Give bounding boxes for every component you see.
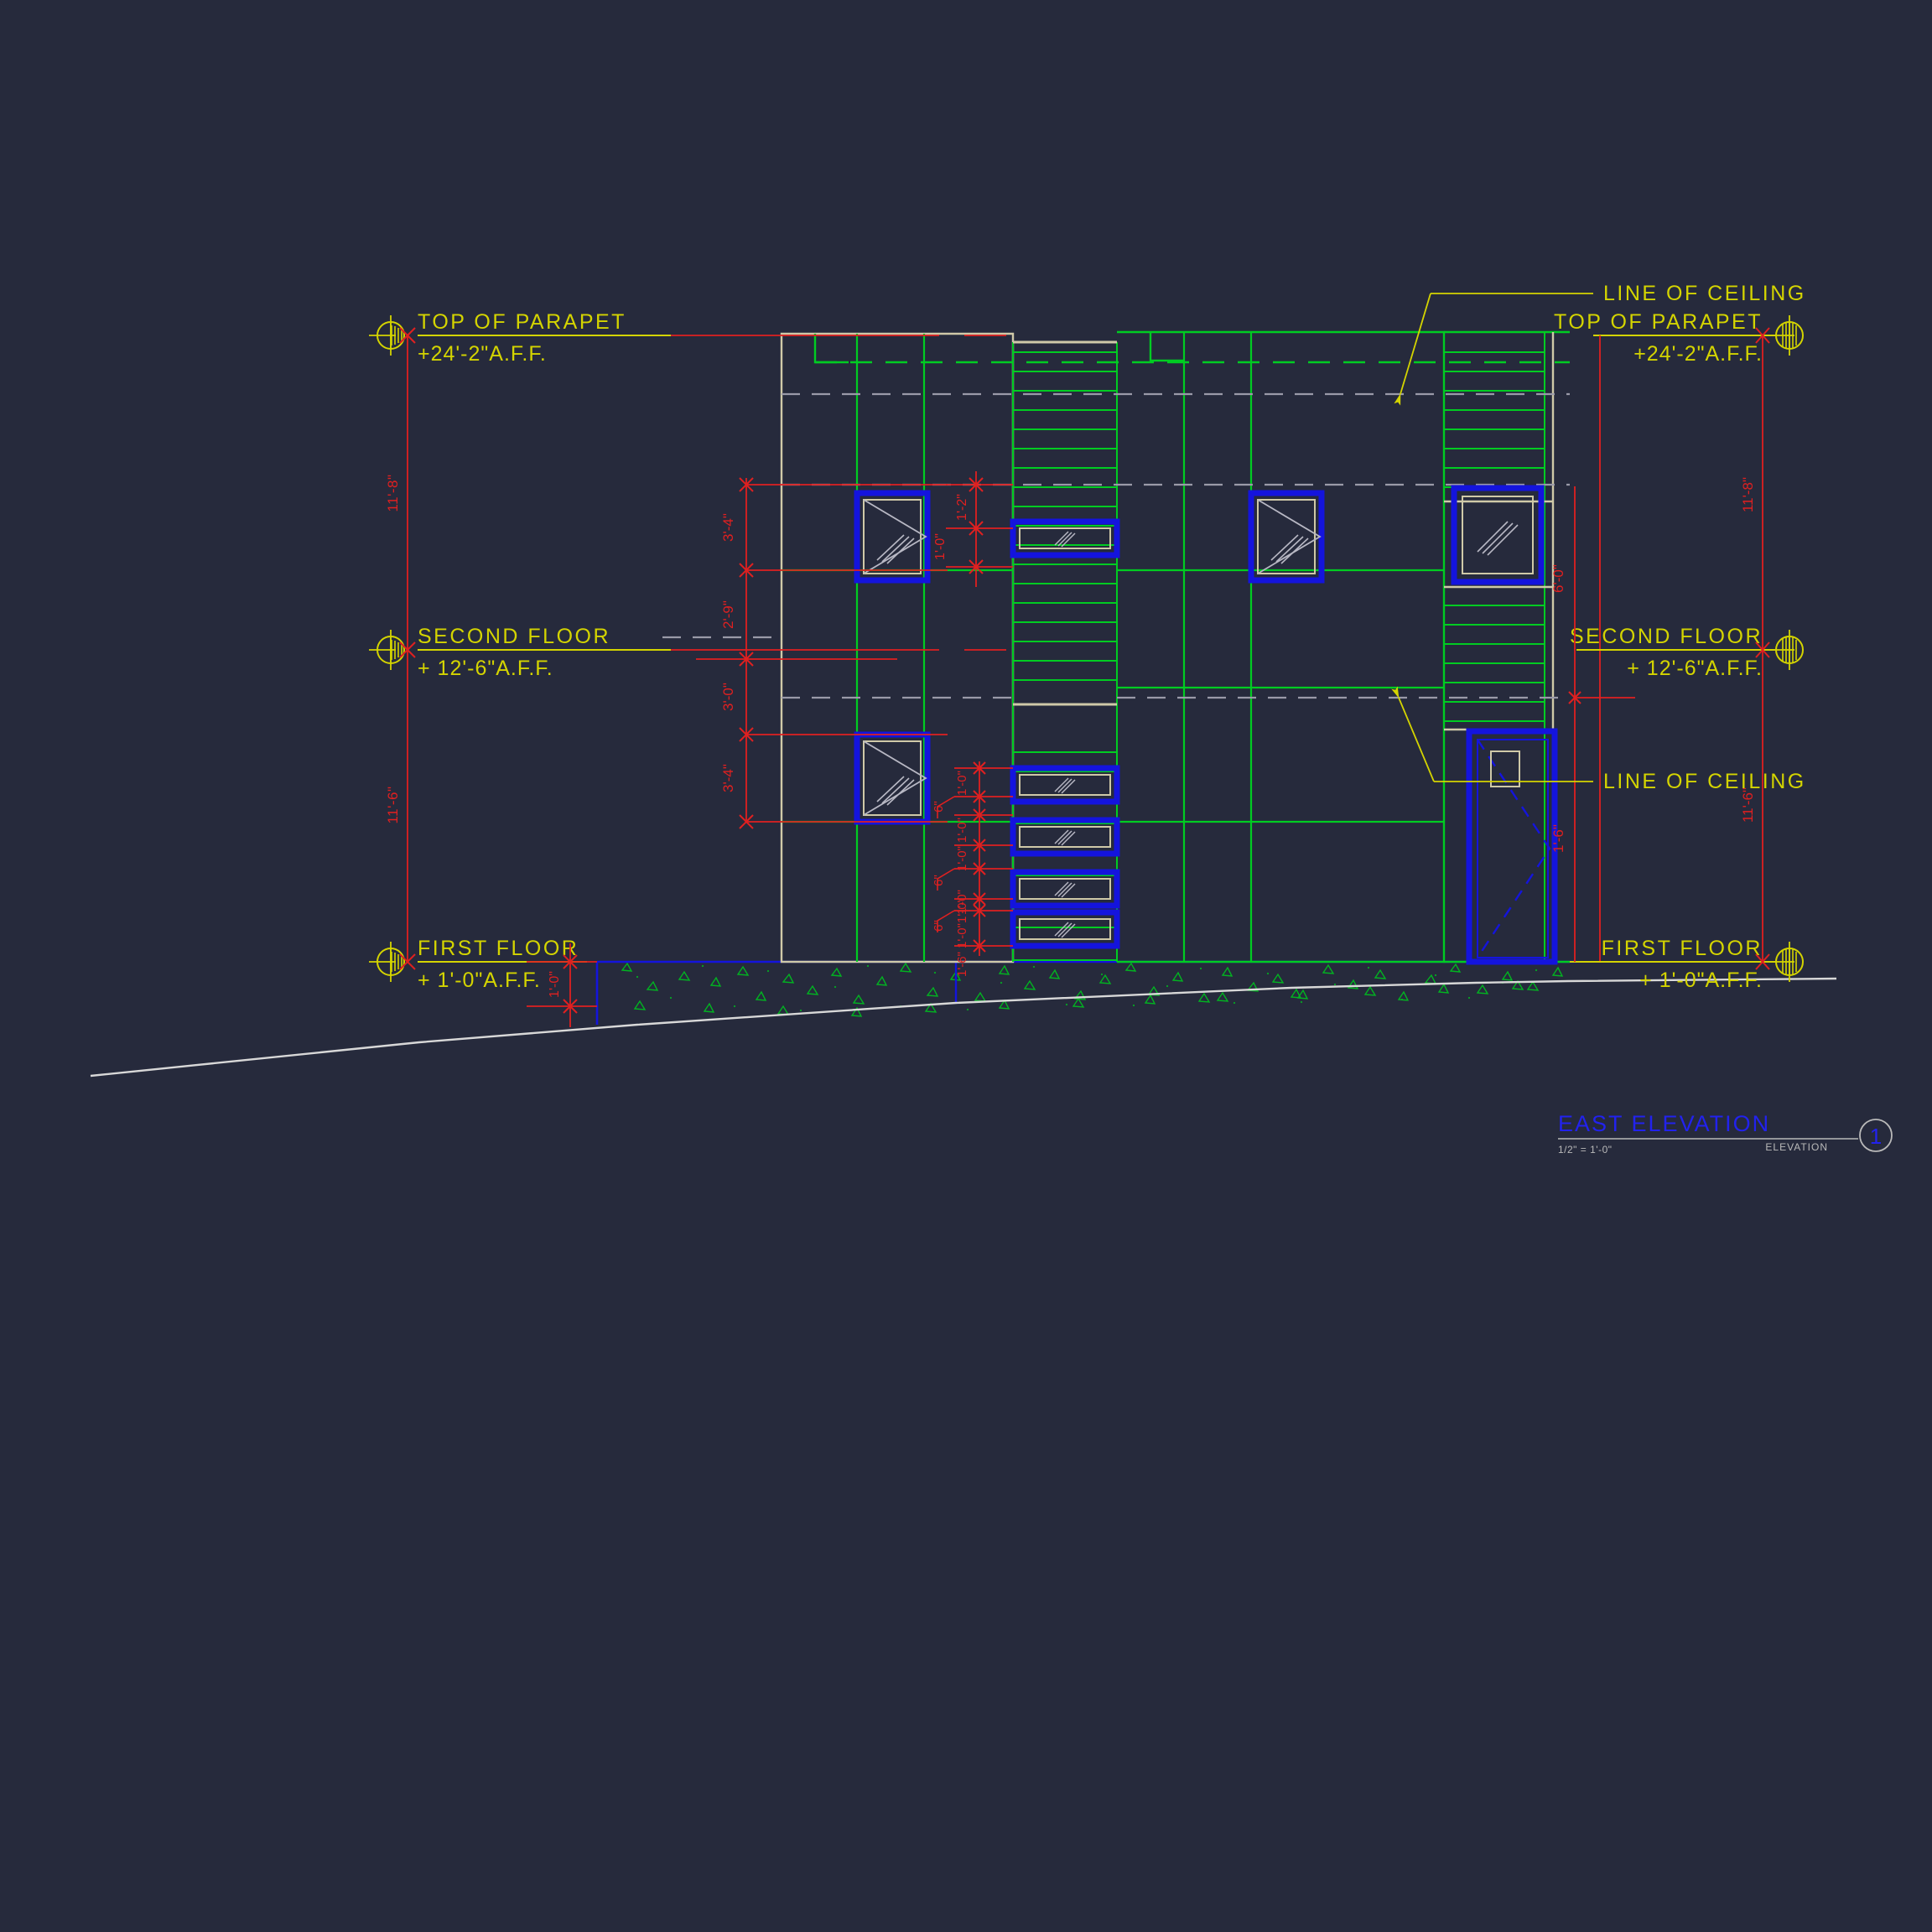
dimension-text: 1'-6" [955, 952, 969, 977]
dimension-text: 1'-0" [955, 771, 969, 796]
dimension-text: 1'-2" [955, 494, 969, 521]
dimension-text: 3'-4" [720, 513, 736, 542]
dimension-text: 6" [932, 875, 946, 886]
level-label-elevation: +24'-2"A.F.F. [1633, 342, 1763, 366]
level-label-name: SECOND FLOOR [1570, 625, 1763, 648]
detail-number: 1 [1870, 1124, 1882, 1149]
dimension-text-story-upper: 11'-8" [385, 474, 401, 512]
dimension-text: 2'-9" [720, 600, 736, 629]
dimension-text: 1'-0" [933, 533, 948, 560]
elevation-drawing: TOP OF PARAPET +24'-2"A.F.F. SECOND FLOO… [0, 0, 1932, 1449]
level-label-elevation: + 12'-6"A.F.F. [1627, 657, 1763, 680]
dimension-text-story-lower: 11'-6" [385, 786, 401, 823]
title-block-title: EAST ELEVATION [1558, 1111, 1770, 1136]
annotation-text: LINE OF CEILING [1603, 282, 1806, 305]
dimension-text-first-floor-offset: 1'-0" [548, 971, 562, 998]
dimension-text: 6'-0" [1550, 564, 1566, 593]
cad-drawing-canvas[interactable]: TOP OF PARAPET +24'-2"A.F.F. SECOND FLOO… [0, 0, 1932, 1932]
dimension-text: 1'-0" [955, 898, 969, 923]
title-block-sheet-ref: ELEVATION [1765, 1141, 1828, 1153]
level-label-name: SECOND FLOOR [418, 625, 610, 648]
level-label-name: FIRST FLOOR [1602, 937, 1763, 960]
level-label-elevation: + 1'-0"A.F.F. [1639, 969, 1763, 992]
level-label-name: TOP OF PARAPET [1554, 310, 1763, 334]
level-label-name: TOP OF PARAPET [418, 310, 626, 334]
drawing-background [0, 0, 1932, 1449]
level-label-elevation: + 1'-0"A.F.F. [418, 969, 541, 992]
title-block-scale: 1/2" = 1'-0" [1558, 1144, 1613, 1156]
dimension-text: 3'-4" [720, 764, 736, 792]
dimension-text: 1'-6" [1550, 824, 1566, 853]
level-label-elevation: +24'-2"A.F.F. [418, 342, 547, 366]
dimension-text-right-story-upper: 11'-8" [1740, 477, 1756, 512]
dimension-text: 1'-0" [955, 818, 969, 843]
annotation-text: LINE OF CEILING [1603, 770, 1806, 793]
dimension-text: 3'-0" [720, 683, 736, 711]
dimension-text: 6" [932, 801, 946, 813]
level-label-name: FIRST FLOOR [418, 937, 579, 960]
dimension-text: 1'-0" [955, 846, 969, 871]
level-label-elevation: + 12'-6"A.F.F. [418, 657, 553, 680]
dimension-text: 1'-0" [955, 923, 969, 948]
dimension-text: 6" [932, 920, 946, 932]
